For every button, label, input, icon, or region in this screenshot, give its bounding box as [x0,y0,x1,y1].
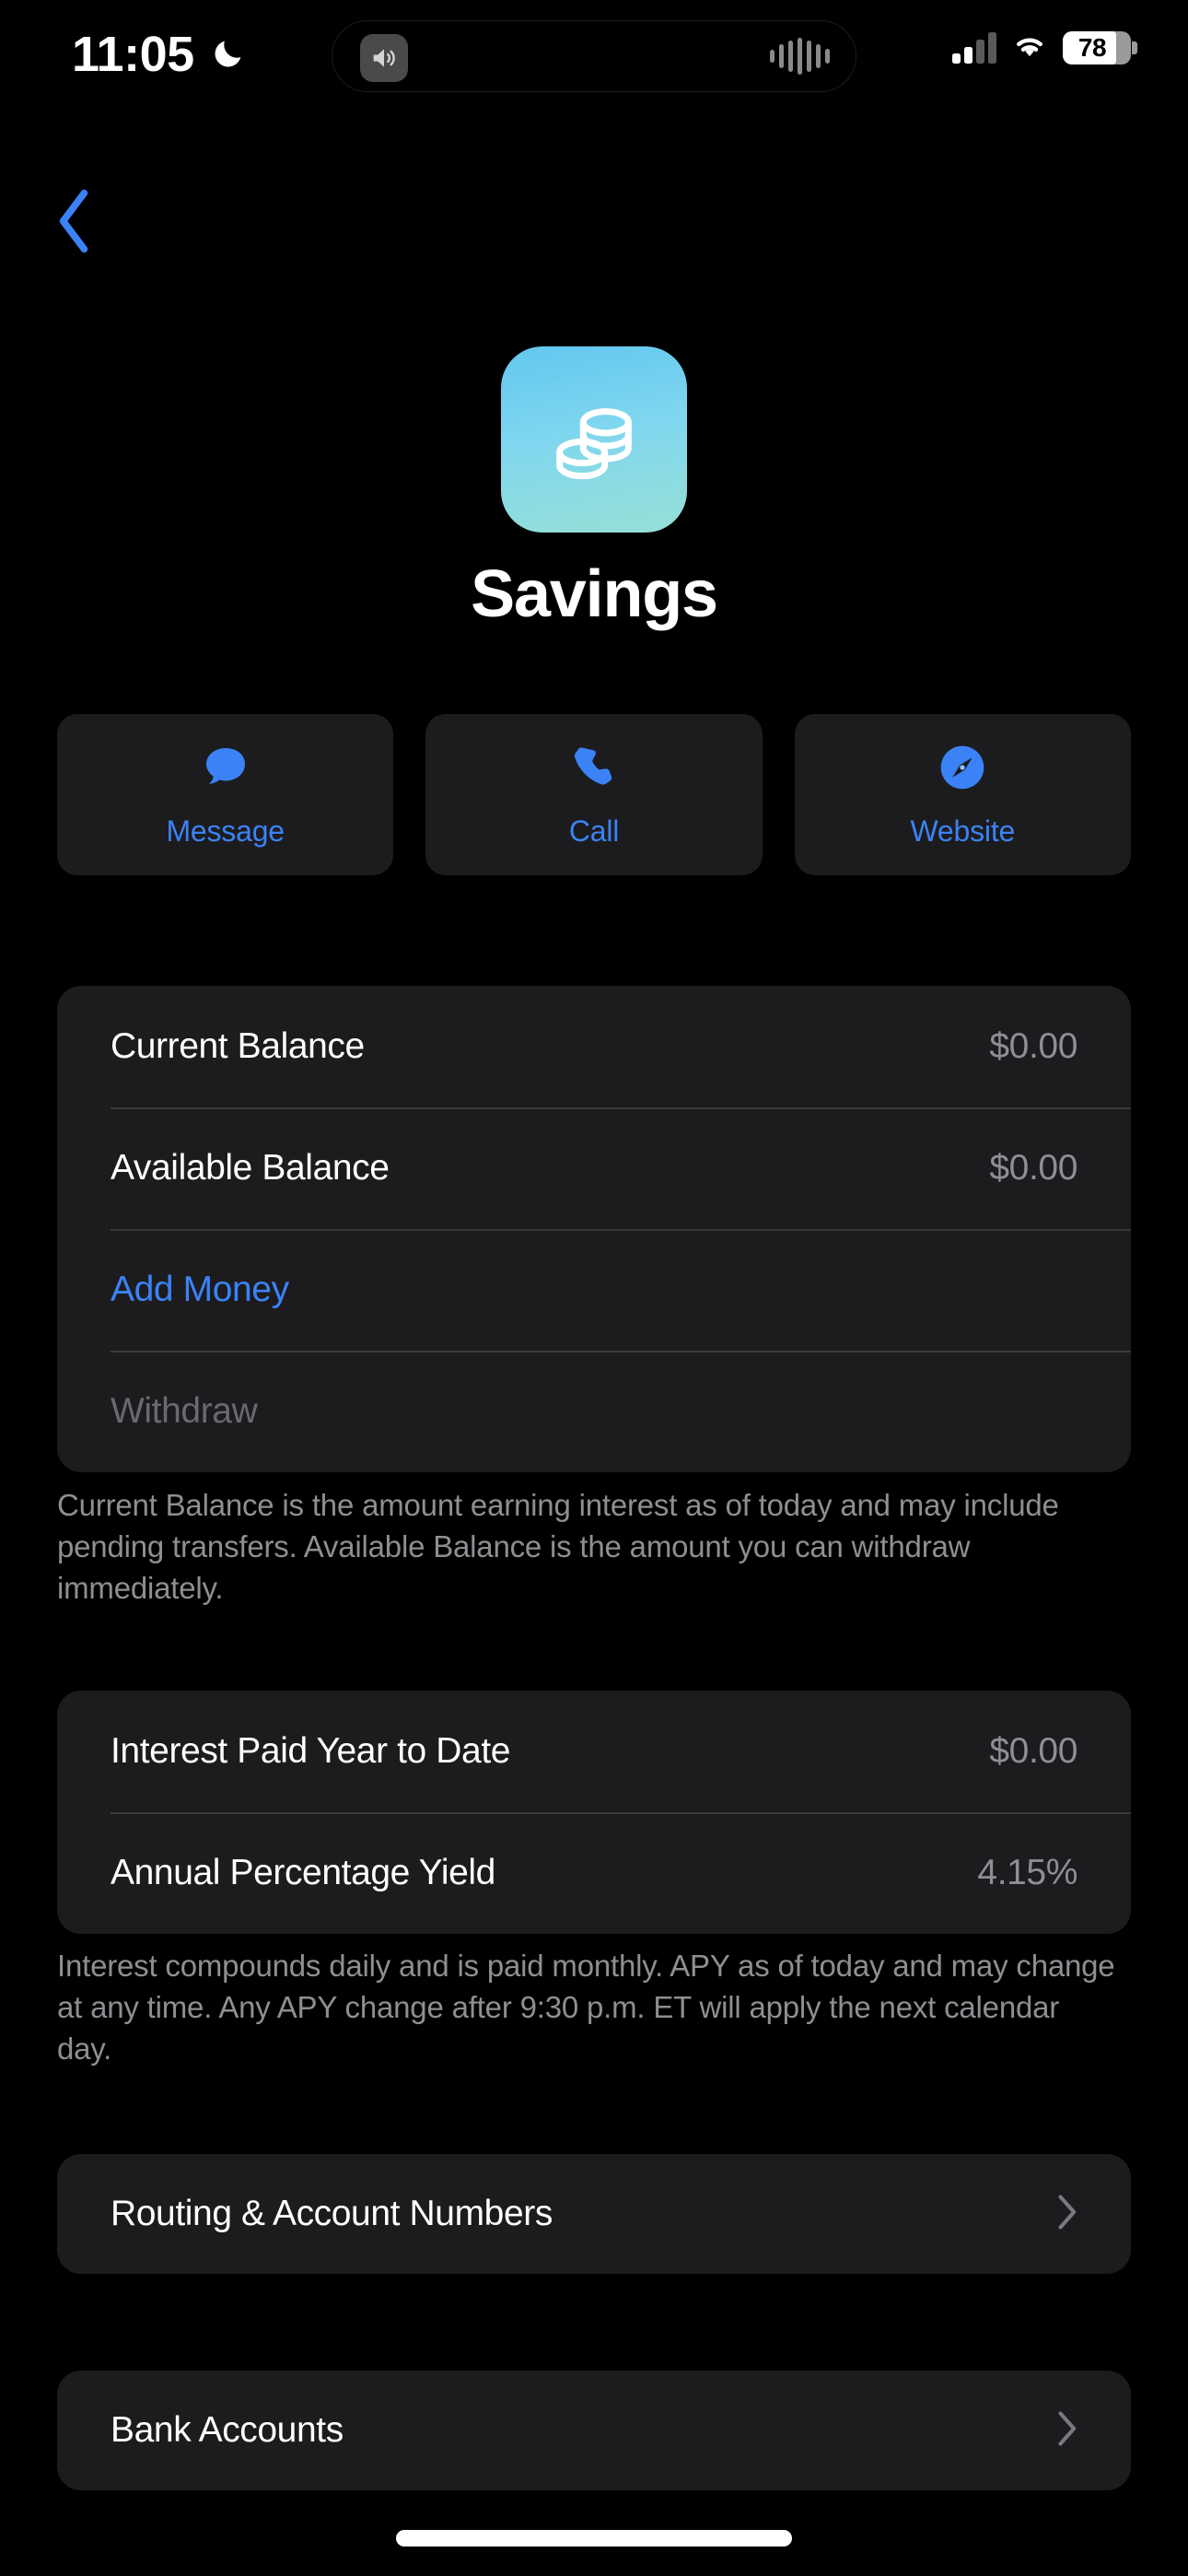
row-label: Available Balance [111,1148,390,1188]
row-value: $0.00 [989,1026,1077,1066]
battery-tip [1132,41,1137,54]
home-indicator[interactable] [396,2530,792,2547]
row-label: Annual Percentage Yield [111,1853,495,1892]
row-label: Interest Paid Year to Date [111,1731,511,1771]
savings-account-screen: 11:05 78 Savings Message Call Website Cu… [0,0,1188,2576]
row-interest-paid-ytd[interactable]: Interest Paid Year to Date $0.00 [57,1691,1131,1812]
crescent-moon-icon [210,35,247,76]
row-value: 4.15% [977,1853,1077,1892]
withdraw-label: Withdraw [111,1391,258,1431]
interest-card: Interest Paid Year to Date $0.00 Annual … [57,1691,1131,1934]
bank-accounts-card[interactable]: Bank Accounts [57,2371,1131,2490]
safari-compass-icon [937,741,988,794]
phone-handset-icon [569,741,619,794]
balance-note: Current Balance is the amount earning in… [57,1488,1059,1605]
chevron-right-icon [1054,2192,1077,2237]
row-label: Current Balance [111,1026,365,1066]
coins-stack-icon [501,346,687,533]
balance-card: Current Balance $0.00 Available Balance … [57,986,1131,1472]
back-button[interactable] [28,175,120,267]
row-annual-percentage-yield[interactable]: Annual Percentage Yield 4.15% [57,1812,1131,1934]
status-bar-time: 11:05 [72,27,194,82]
message-button-label: Message [166,814,285,848]
wifi-icon [1009,29,1050,65]
audio-waveform-icon [770,38,830,75]
dynamic-island[interactable] [332,20,856,92]
website-button-label: Website [910,814,1016,848]
row-available-balance[interactable]: Available Balance $0.00 [57,1107,1131,1229]
status-bar-indicators: 78 [952,29,1137,65]
message-button[interactable]: Message [57,714,394,875]
action-buttons: Message Call Website [57,714,1131,875]
call-button[interactable]: Call [425,714,763,875]
routing-account-numbers-card[interactable]: Routing & Account Numbers [57,2154,1131,2274]
bank-accounts-row[interactable]: Bank Accounts [57,2371,1131,2490]
interest-note: Interest compounds daily and is paid mon… [57,1949,1115,2066]
row-withdraw: Withdraw [57,1351,1131,1472]
bank-accounts-label: Bank Accounts [111,2410,344,2450]
battery-icon: 78 [1063,30,1137,64]
routing-account-numbers-label: Routing & Account Numbers [111,2194,553,2233]
call-button-label: Call [568,814,620,848]
battery-percent: 78 [1077,32,1107,62]
website-button[interactable]: Website [794,714,1131,875]
add-money-label: Add Money [111,1270,289,1309]
chevron-right-icon [1054,2408,1077,2453]
row-value: $0.00 [989,1148,1077,1188]
message-bubble-icon [200,741,251,794]
routing-account-numbers-row[interactable]: Routing & Account Numbers [57,2154,1131,2274]
status-bar: 11:05 78 [0,0,1188,109]
cellular-signal-icon [952,31,996,64]
page-title: Savings [471,557,718,631]
row-value: $0.00 [989,1731,1077,1771]
speaker-wave-icon [360,34,408,82]
row-add-money[interactable]: Add Money [57,1229,1131,1351]
row-current-balance[interactable]: Current Balance $0.00 [57,986,1131,1107]
chevron-left-icon [59,189,88,253]
